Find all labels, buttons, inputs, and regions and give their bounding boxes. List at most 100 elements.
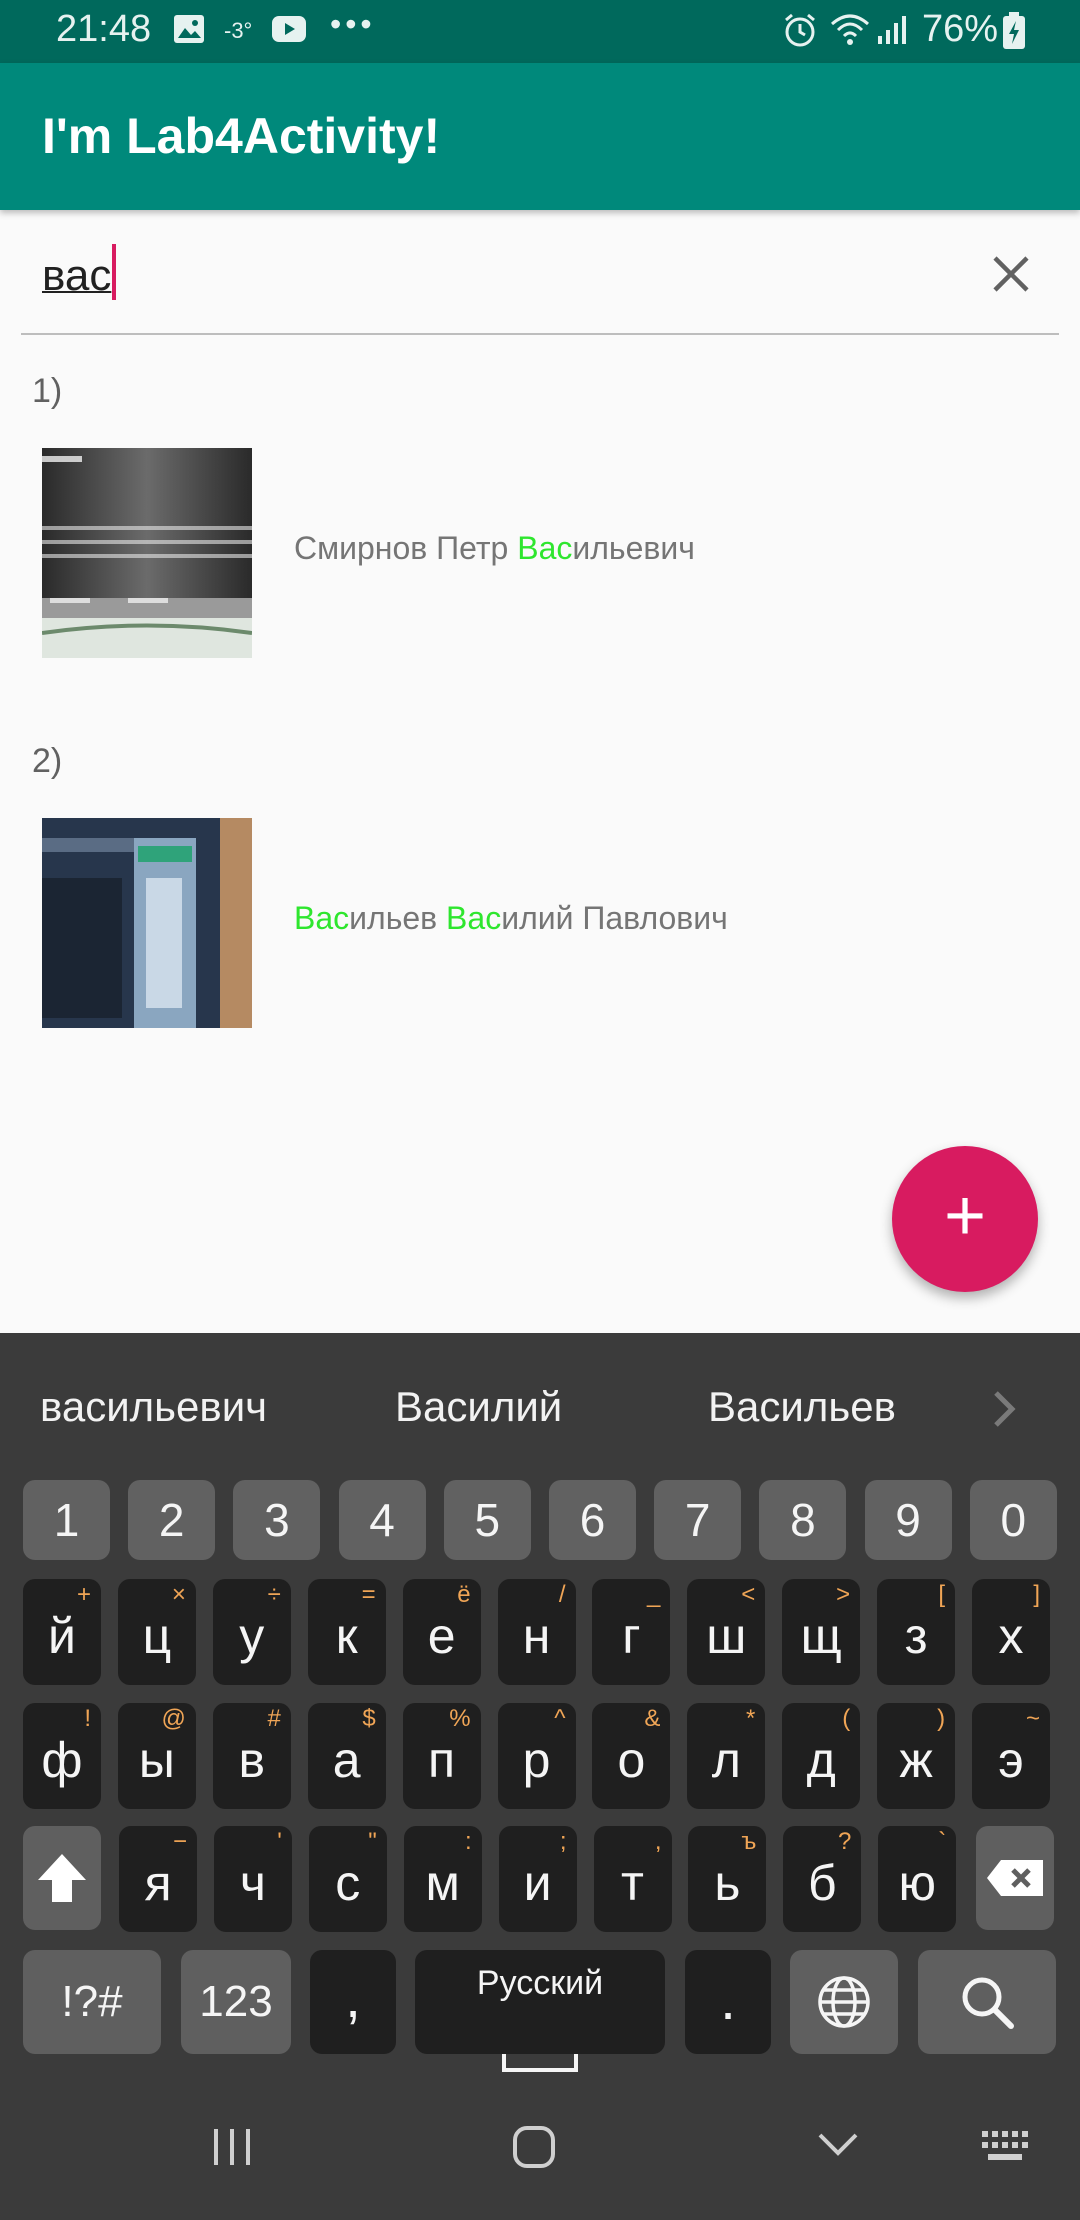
number-key[interactable]: 4: [338, 1480, 426, 1560]
key-label: я: [144, 1855, 172, 1911]
symbols-key[interactable]: !?#: [23, 1950, 161, 2054]
letter-key[interactable]: т,: [593, 1826, 672, 1932]
letter-key[interactable]: з[: [877, 1579, 956, 1685]
number-key[interactable]: 5: [443, 1480, 531, 1560]
letter-key[interactable]: м:: [403, 1826, 482, 1932]
letter-key[interactable]: ш <: [687, 1579, 766, 1685]
key-alt-label: ;: [559, 1828, 567, 1855]
search-input[interactable]: вас: [42, 244, 117, 301]
backspace-icon: [987, 1860, 1043, 1896]
suggestion-item[interactable]: Василий: [395, 1383, 562, 1431]
list-item[interactable]: 2) Васильев Василий Павлович: [0, 742, 1080, 1112]
number-key[interactable]: 7: [654, 1480, 742, 1560]
key-label: щ: [800, 1608, 842, 1664]
list-item[interactable]: 1) Смирнов Петр Васильевич: [0, 372, 1080, 742]
key-alt-label: ÷: [267, 1581, 281, 1608]
key-label: т: [621, 1855, 644, 1911]
app-bar: I'm Lab4Activity!: [0, 63, 1080, 210]
search-field[interactable]: вас: [21, 220, 1059, 335]
key-alt-label: ~: [1025, 1705, 1040, 1732]
item-name-part: ильевич: [572, 530, 695, 566]
key-label: х: [998, 1608, 1024, 1664]
letter-key[interactable]: п%: [402, 1703, 481, 1809]
period-key[interactable]: .: [685, 1950, 771, 2054]
globe-icon: [818, 1976, 870, 2028]
app-title: I'm Lab4Activity!: [42, 108, 441, 164]
key-alt-label: ": [368, 1828, 377, 1855]
clear-search-button[interactable]: [983, 246, 1039, 302]
letter-key[interactable]: ч ': [213, 1826, 292, 1932]
shift-key[interactable]: [23, 1826, 101, 1930]
letter-key[interactable]: в #: [212, 1703, 291, 1809]
letter-key[interactable]: ц ×: [117, 1579, 196, 1685]
item-name-part: Смирнов Петр: [294, 530, 518, 566]
numbers-mode-key[interactable]: 123: [181, 1950, 291, 2054]
item-photo: [42, 818, 252, 1028]
key-alt-label: %: [449, 1705, 471, 1732]
home-icon[interactable]: [510, 2123, 558, 2176]
letter-key[interactable]: ы @: [117, 1703, 196, 1809]
number-key[interactable]: 6: [549, 1480, 636, 1560]
key-alt-label: $: [362, 1705, 376, 1732]
number-key[interactable]: 2: [128, 1480, 216, 1560]
item-index: 1): [32, 372, 63, 410]
letter-key[interactable]: й +: [23, 1579, 101, 1685]
number-key[interactable]: 1: [23, 1480, 110, 1560]
suggestion-item[interactable]: васильевич: [40, 1383, 267, 1431]
recent-apps-icon[interactable]: [210, 2125, 254, 2174]
letter-key[interactable]: ьъ: [688, 1826, 767, 1932]
suggestion-item[interactable]: Васильев: [708, 1383, 896, 1431]
more-notifications-icon: •••: [330, 6, 376, 42]
key-label: п: [428, 1732, 456, 1788]
letter-key[interactable]: л *: [687, 1703, 766, 1809]
chevron-right-icon[interactable]: [990, 1387, 1020, 1436]
letter-key[interactable]: б?: [783, 1826, 862, 1932]
key-label: н: [522, 1608, 551, 1664]
key-alt-label: ': [277, 1828, 282, 1855]
number-key[interactable]: 0: [969, 1480, 1057, 1560]
key-label: з: [904, 1608, 928, 1664]
key-alt-label: <: [741, 1581, 756, 1608]
item-photo: [42, 448, 252, 658]
number-key[interactable]: 9: [864, 1480, 952, 1560]
key-alt-label: :: [465, 1828, 472, 1855]
letter-key[interactable]: с ": [308, 1826, 387, 1932]
text-cursor: [112, 244, 117, 300]
key-alt-label: +: [76, 1581, 91, 1608]
letter-key[interactable]: её: [402, 1579, 481, 1685]
letter-key[interactable]: ж): [877, 1703, 956, 1809]
letter-key[interactable]: ю `: [878, 1826, 957, 1932]
add-button[interactable]: +: [892, 1146, 1038, 1292]
space-key[interactable]: Русский: [415, 1950, 665, 2072]
letter-key[interactable]: ф!: [23, 1703, 101, 1809]
keyboard-hide-icon[interactable]: [980, 2129, 1030, 2168]
letter-key[interactable]: а $: [307, 1703, 386, 1809]
number-key[interactable]: 3: [233, 1480, 321, 1560]
letter-key[interactable]: н /: [497, 1579, 576, 1685]
letter-key[interactable]: и;: [498, 1826, 577, 1932]
letter-key[interactable]: щ >: [782, 1579, 861, 1685]
key-label: р: [522, 1732, 551, 1788]
number-key[interactable]: 8: [759, 1480, 847, 1560]
letter-key[interactable]: р ^: [497, 1703, 576, 1809]
key-label: ы: [138, 1732, 175, 1788]
letter-key[interactable]: д(: [782, 1703, 861, 1809]
status-time: 21:48: [56, 8, 152, 50]
letter-key[interactable]: к =: [307, 1579, 386, 1685]
key-alt-label: #: [267, 1705, 281, 1732]
language-key[interactable]: [790, 1950, 898, 2054]
key-alt-label: ): [937, 1705, 946, 1732]
backspace-key[interactable]: [976, 1826, 1054, 1930]
key-label: л: [711, 1732, 741, 1788]
letter-key[interactable]: о &: [592, 1703, 671, 1809]
comma-key[interactable]: ,: [310, 1950, 396, 2054]
search-key[interactable]: [918, 1950, 1056, 2054]
letter-key[interactable]: х]: [972, 1579, 1050, 1685]
letter-key[interactable]: у ÷: [212, 1579, 291, 1685]
back-icon[interactable]: [816, 2129, 860, 2164]
letter-key[interactable]: г _: [592, 1579, 671, 1685]
key-label: и: [523, 1855, 552, 1911]
letter-key[interactable]: я −: [119, 1826, 197, 1932]
letter-key[interactable]: э ~: [972, 1703, 1050, 1809]
key-alt-label: _: [647, 1581, 661, 1608]
